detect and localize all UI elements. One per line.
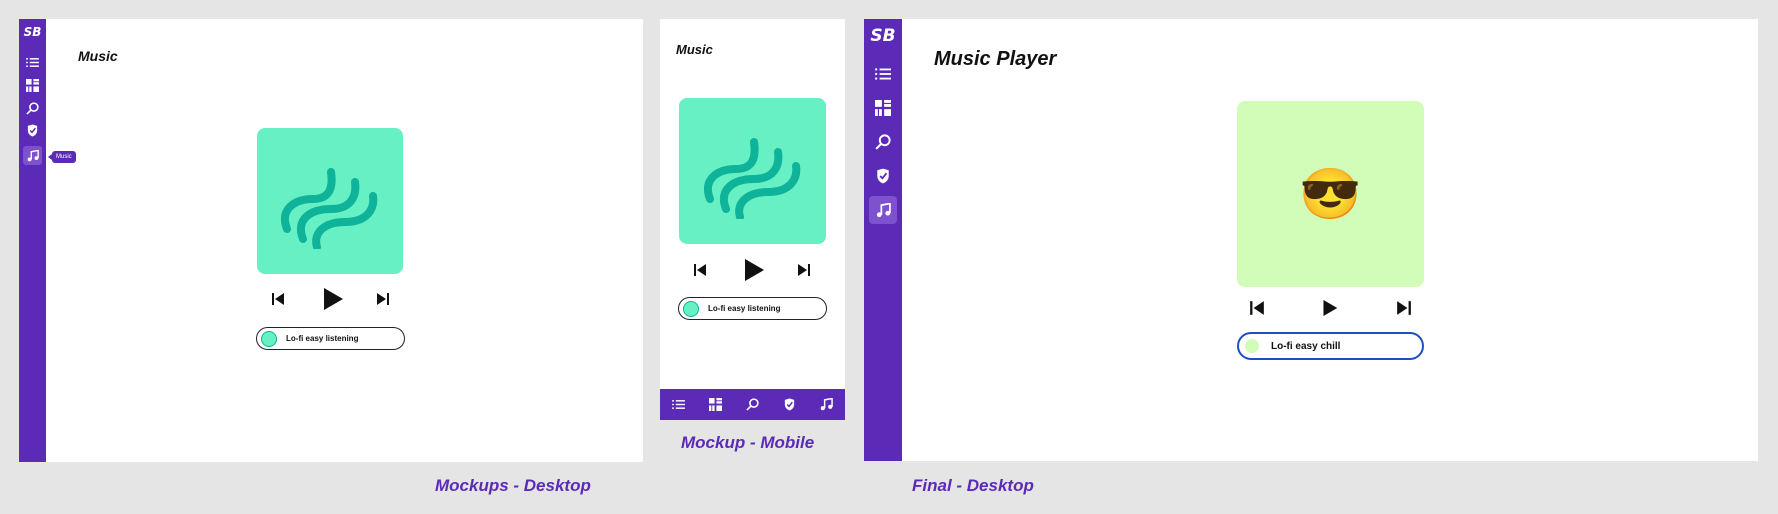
- track-indicator: [1245, 339, 1259, 353]
- bottom-nav: [660, 389, 845, 420]
- nav-tooltip: Music: [48, 151, 76, 163]
- nav-music-note-icon[interactable]: [23, 146, 42, 165]
- nav-music-note-icon[interactable]: [818, 396, 836, 414]
- caption-mobile-mockup: Mockup - Mobile: [681, 433, 815, 452]
- page-title: Music Player: [934, 48, 1057, 70]
- now-playing-track[interactable]: Lo-fi easy listening: [678, 297, 827, 320]
- sunglasses-emoji-icon: 😎: [1299, 166, 1362, 222]
- sidebar: SB: [864, 19, 902, 461]
- nav-list-icon[interactable]: [670, 396, 688, 414]
- final-desktop-frame: SB Music Player 😎 Lo-fi easy chill: [864, 19, 1758, 461]
- wave-art-icon: [703, 137, 800, 219]
- nav-shield-icon[interactable]: [781, 396, 799, 414]
- play-icon[interactable]: [1320, 298, 1340, 318]
- track-label: Lo-fi easy listening: [286, 334, 359, 343]
- desktop-mockup-frame: SB Music Music Lo-fi easy listening: [19, 19, 643, 462]
- now-playing-track[interactable]: Lo-fi easy chill: [1237, 332, 1424, 360]
- album-art: [679, 98, 826, 244]
- nav-list-icon[interactable]: [24, 54, 41, 71]
- next-icon[interactable]: [795, 261, 813, 279]
- album-art: [257, 128, 403, 274]
- nav-music-note-icon[interactable]: [869, 196, 897, 224]
- nav-search-icon[interactable]: [871, 130, 895, 154]
- track-indicator: [261, 330, 277, 347]
- play-icon[interactable]: [740, 256, 767, 284]
- wave-art-icon: [281, 167, 378, 249]
- now-playing-track[interactable]: Lo-fi easy listening: [256, 327, 405, 350]
- nav-shield-icon[interactable]: [871, 164, 895, 188]
- nav-shield-icon[interactable]: [24, 122, 41, 139]
- logo: SB: [23, 25, 42, 39]
- nav-dashboard-grid-icon[interactable]: [871, 96, 895, 120]
- mobile-mockup-frame: Music Lo-fi easy listening: [660, 19, 845, 420]
- nav-search-icon[interactable]: [744, 396, 762, 414]
- next-icon[interactable]: [1394, 298, 1414, 318]
- sidebar: SB: [19, 19, 46, 462]
- track-label: Lo-fi easy chill: [1271, 340, 1341, 352]
- previous-icon[interactable]: [269, 290, 287, 308]
- page-title: Music: [676, 42, 713, 57]
- previous-icon[interactable]: [691, 261, 709, 279]
- nav-dashboard-grid-icon[interactable]: [707, 396, 725, 414]
- logo: SB: [870, 26, 896, 46]
- page-title: Music: [78, 48, 118, 64]
- nav-list-icon[interactable]: [871, 62, 895, 86]
- caption-desktop-mockup: Mockups - Desktop: [435, 476, 591, 495]
- previous-icon[interactable]: [1247, 298, 1267, 318]
- nav-dashboard-grid-icon[interactable]: [24, 77, 41, 94]
- nav-search-icon[interactable]: [24, 100, 41, 117]
- album-art: 😎: [1237, 101, 1424, 287]
- play-icon[interactable]: [319, 285, 346, 313]
- next-icon[interactable]: [374, 290, 392, 308]
- caption-final-desktop: Final - Desktop: [912, 476, 1034, 495]
- track-indicator: [683, 300, 699, 317]
- track-label: Lo-fi easy listening: [708, 304, 781, 313]
